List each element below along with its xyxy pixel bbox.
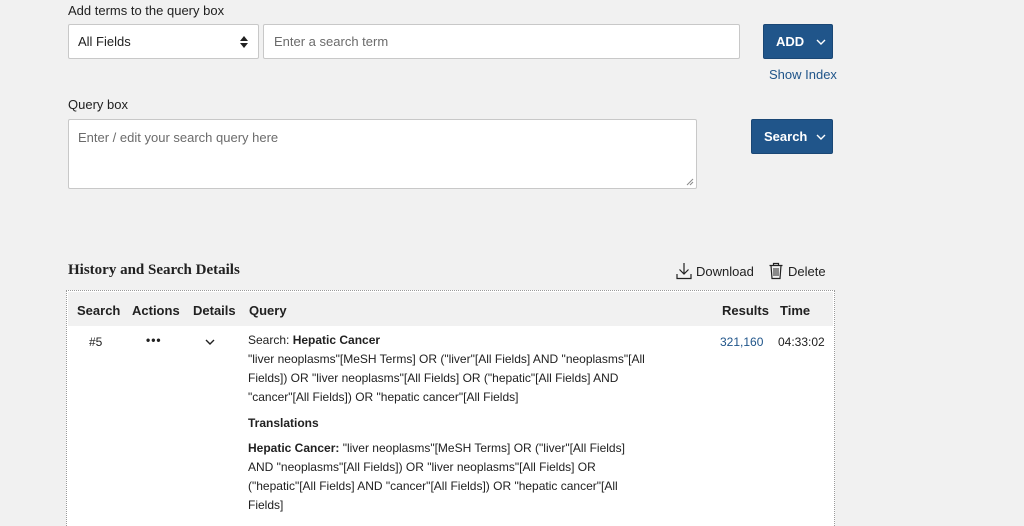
field-select[interactable]: All Fields xyxy=(68,24,259,59)
query-placeholder: Enter / edit your search query here xyxy=(78,130,279,145)
download-label: Download xyxy=(696,263,754,279)
select-arrows-icon xyxy=(240,36,248,48)
translation-line: AND "neoplasms"[All Fields]) OR "liver n… xyxy=(248,460,596,474)
column-header-search: Search xyxy=(77,303,121,318)
details-toggle[interactable] xyxy=(205,335,215,349)
search-prefix: Search: xyxy=(248,333,290,347)
translation-line: Hepatic Cancer: "liver neoplasms"[MeSH T… xyxy=(248,439,668,458)
actions-menu-button[interactable]: ••• xyxy=(146,333,162,347)
translation-term: Hepatic Cancer: xyxy=(248,441,340,455)
translation-line: ("hepatic"[All Fields] AND "cancer"[All … xyxy=(248,479,618,493)
download-icon xyxy=(676,263,692,280)
trash-icon xyxy=(769,262,783,280)
query-line: "cancer"[All Fields]) OR "hepatic cancer… xyxy=(248,390,519,404)
column-header-actions: Actions xyxy=(132,303,180,318)
download-button[interactable]: Download xyxy=(676,262,754,280)
search-button[interactable]: Search xyxy=(751,119,833,154)
search-time: 04:33:02 xyxy=(778,335,825,349)
chevron-down-icon xyxy=(205,339,215,345)
search-dropdown-chevron-down-icon[interactable] xyxy=(810,120,832,153)
history-table: Search Actions Details Query Results Tim… xyxy=(66,290,835,526)
delete-button[interactable]: Delete xyxy=(768,262,826,280)
show-index-link[interactable]: Show Index xyxy=(769,67,837,82)
column-header-time: Time xyxy=(780,303,811,318)
column-header-results: Results xyxy=(722,303,769,318)
column-header-details: Details xyxy=(193,303,236,318)
add-button[interactable]: ADD xyxy=(763,24,833,59)
search-number: #5 xyxy=(89,335,103,349)
add-terms-heading: Add terms to the query box xyxy=(68,3,225,18)
search-term-input[interactable]: Enter a search term xyxy=(263,24,740,59)
results-count-link[interactable]: 321,160 xyxy=(720,335,763,349)
add-button-label: ADD xyxy=(776,34,805,49)
translations-heading: Translations xyxy=(248,416,319,430)
query-details: Search: Hepatic Cancer "liver neoplasms"… xyxy=(248,331,668,515)
search-button-label: Search xyxy=(764,129,808,144)
search-term-placeholder: Enter a search term xyxy=(274,34,389,49)
search-term: Hepatic Cancer xyxy=(292,333,381,347)
translation-line: Fields] xyxy=(248,498,284,512)
delete-label: Delete xyxy=(788,263,826,279)
column-header-query: Query xyxy=(249,303,287,318)
resize-grip-icon[interactable] xyxy=(686,178,694,186)
table-header: Search Actions Details Query Results Tim… xyxy=(68,292,833,326)
add-dropdown-chevron-down-icon[interactable] xyxy=(810,25,832,58)
history-title: History and Search Details xyxy=(68,262,240,278)
query-textarea[interactable]: Enter / edit your search query here xyxy=(68,119,697,189)
translation-text: "liver neoplasms"[MeSH Terms] OR ("liver… xyxy=(339,441,625,455)
query-line: Fields]) OR "liver neoplasms"[All Fields… xyxy=(248,371,619,385)
query-line: "liver neoplasms"[MeSH Terms] OR ("liver… xyxy=(248,352,645,366)
query-box-heading: Query box xyxy=(68,97,128,112)
query-search-line: Search: Hepatic Cancer xyxy=(248,331,668,350)
field-select-value: All Fields xyxy=(78,34,131,49)
